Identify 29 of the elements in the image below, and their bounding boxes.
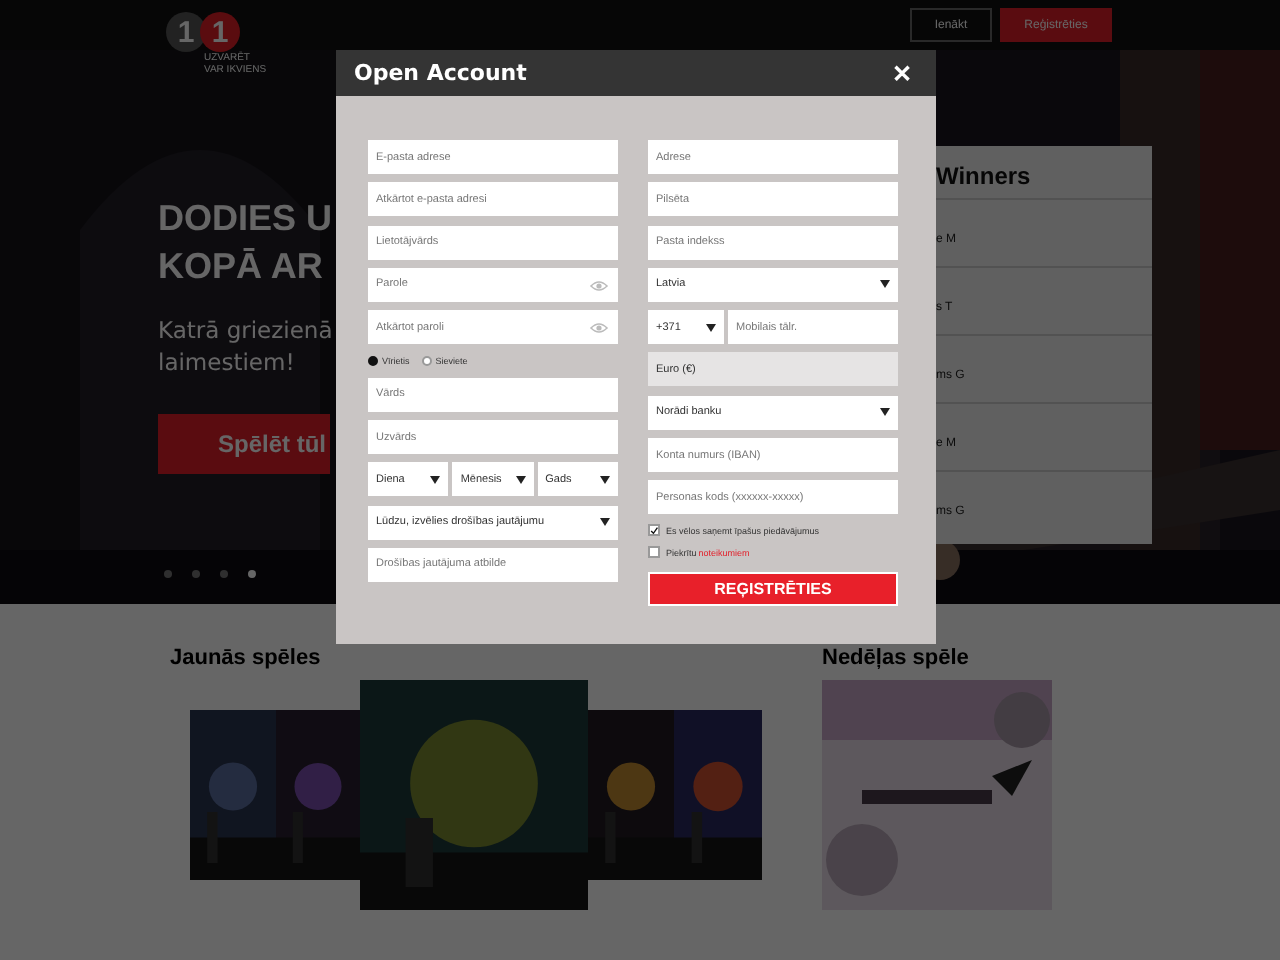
hero-text: laimestiem!: [158, 346, 297, 378]
hero-title: DODIES U: [158, 196, 330, 242]
section-title: Nedēļas spēle: [822, 646, 971, 674]
caret-icon: [515, 475, 526, 484]
logo-digit: 1: [166, 12, 206, 52]
eye-icon[interactable]: [590, 322, 608, 335]
slider-dot[interactable]: [220, 570, 228, 578]
radio-button[interactable]: [368, 355, 378, 366]
caret-icon: [600, 518, 610, 527]
checkbox[interactable]: [648, 524, 660, 537]
register-button[interactable]: REĢISTRĒTIES: [648, 572, 898, 607]
eye-icon[interactable]: [590, 279, 608, 292]
slider-dot[interactable]: [248, 570, 256, 578]
checkbox[interactable]: [648, 546, 660, 559]
caret-icon: [880, 280, 890, 289]
modal-title: Open Account: [354, 60, 527, 86]
radio-button[interactable]: [421, 355, 432, 366]
logo-digit: 1: [200, 12, 240, 52]
caret-icon: [706, 323, 716, 332]
close-button[interactable]: ✕: [892, 61, 912, 85]
winners-title: Winners: [936, 160, 1033, 194]
hero-title: KOPĀ AR: [158, 244, 325, 290]
slider-dot[interactable]: [192, 570, 200, 578]
hero-text: Katrā griezienā: [158, 314, 330, 346]
slider-dot[interactable]: [164, 570, 172, 578]
caret-icon: [599, 475, 610, 484]
caret-icon: [880, 408, 890, 417]
section-title: Jaunās spēles: [170, 646, 323, 674]
caret-icon: [430, 475, 441, 484]
